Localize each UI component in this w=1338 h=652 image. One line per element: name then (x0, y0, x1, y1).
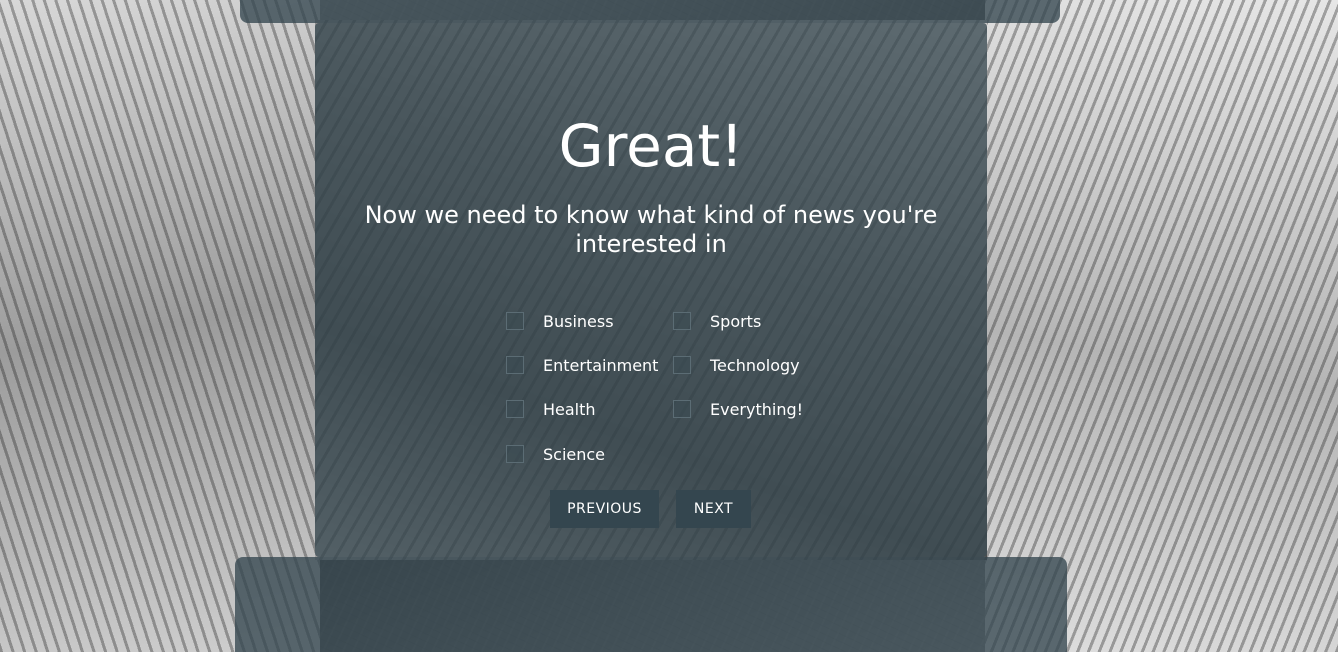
health-checkbox[interactable] (506, 400, 524, 418)
category-option-entertainment[interactable]: Entertainment (506, 354, 658, 376)
category-option-science[interactable]: Science (506, 443, 605, 465)
category-label: Business (543, 311, 614, 331)
category-option-health[interactable]: Health (506, 398, 596, 420)
category-label: Health (543, 399, 596, 419)
sports-checkbox[interactable] (673, 312, 691, 330)
science-checkbox[interactable] (506, 445, 524, 463)
entertainment-checkbox[interactable] (506, 356, 524, 374)
next-step-panel (235, 557, 1067, 652)
technology-checkbox[interactable] (673, 356, 691, 374)
category-label: Sports (710, 311, 762, 331)
category-label: Entertainment (543, 355, 659, 375)
category-label: Technology (710, 355, 800, 375)
newspaper-fold-right (985, 0, 1338, 652)
everything-checkbox[interactable] (673, 400, 691, 418)
business-checkbox[interactable] (506, 312, 524, 330)
previous-button[interactable]: PREVIOUS (550, 490, 659, 528)
page-title: Great! (558, 112, 744, 180)
page-subtitle: Now we need to know what kind of news yo… (364, 201, 938, 258)
category-option-sports[interactable]: Sports (673, 310, 761, 332)
news-preferences-form: Great! Now we need to know what kind of … (315, 23, 987, 557)
category-option-business[interactable]: Business (506, 310, 614, 332)
next-button[interactable]: NEXT (676, 490, 751, 528)
category-option-everything[interactable]: Everything! (673, 398, 803, 420)
newspaper-fold-left (0, 0, 320, 652)
category-option-technology[interactable]: Technology (673, 354, 800, 376)
category-label: Everything! (710, 399, 804, 419)
category-label: Science (543, 444, 606, 464)
previous-step-panel (240, 0, 1060, 23)
